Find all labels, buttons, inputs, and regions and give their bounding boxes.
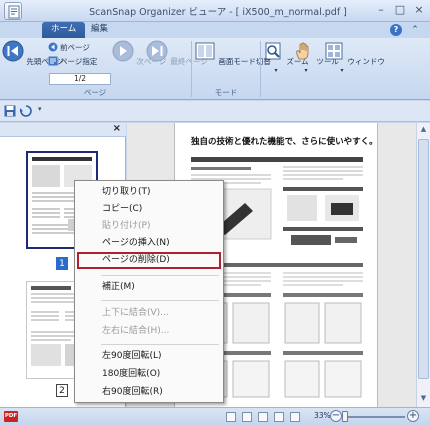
prev-page-icon: [48, 42, 58, 52]
goto-page-button[interactable]: ページ指定: [48, 56, 97, 68]
page-number-badge: 1: [56, 257, 68, 270]
goto-page-label: ページ指定: [60, 57, 98, 66]
window-button[interactable]: ウィンドウ ▾: [323, 40, 385, 74]
menu-item-merge-horizontal[interactable]: 左右に結合(H)...: [77, 323, 221, 340]
menu-item-merge-vertical[interactable]: 上下に結合(V)...: [77, 305, 221, 322]
save-icon[interactable]: [4, 105, 16, 117]
title-bar: ScanSnap Organizer ビューア - [ iX500_m_norm…: [0, 0, 430, 22]
window-icon: [325, 42, 343, 60]
first-page-button[interactable]: 先頭ページ: [2, 40, 64, 67]
tab-edit[interactable]: 編集: [82, 22, 117, 38]
menu-separator: [101, 344, 219, 345]
image-mode-button[interactable]: 画面モード切替: [194, 40, 271, 67]
close-icon[interactable]: ×: [113, 123, 121, 134]
quick-access-toolbar: ▾: [0, 101, 430, 122]
menu-item-paste[interactable]: 貼り付け(P): [77, 218, 221, 235]
zoom-level-readout: 33%: [314, 411, 331, 420]
actual-size-icon[interactable]: [290, 412, 300, 422]
close-button[interactable]: ×: [412, 3, 426, 17]
last-page-button[interactable]: 最終ページ: [146, 40, 208, 67]
chevron-down-icon: ▾: [274, 67, 278, 74]
context-menu: 切り取り(T) コピー(C) 貼り付け(P) ページの挿入(N) ページの削除(…: [74, 180, 224, 403]
menu-item-correct[interactable]: 補正(M): [77, 279, 221, 296]
ribbon-options-icon[interactable]: ⌃: [408, 23, 422, 37]
hand-tool-icon: [296, 42, 309, 60]
next-page-icon: [112, 40, 134, 62]
zoom-button[interactable]: ズーム ▾: [262, 40, 309, 74]
last-page-icon: [146, 40, 168, 62]
page-indicator-field[interactable]: 1/2: [49, 73, 111, 85]
menu-item-copy[interactable]: コピー(C): [77, 201, 221, 218]
two-page-view-icon[interactable]: [242, 412, 252, 422]
app-menu-button[interactable]: [4, 2, 22, 20]
prev-page-button[interactable]: 前ページ: [48, 42, 90, 54]
tools-button[interactable]: ツール ▾: [292, 40, 339, 74]
menu-item-rotate-180[interactable]: 180度回転(O): [77, 366, 221, 383]
menu-item-cut[interactable]: 切り取り(T): [77, 184, 221, 201]
maximize-button[interactable]: □: [393, 3, 407, 17]
menu-separator: [101, 300, 219, 301]
tab-home[interactable]: ホーム: [42, 22, 86, 38]
zoom-in-button[interactable]: +: [407, 410, 419, 422]
vertical-scrollbar[interactable]: ▲ ▼: [416, 123, 430, 407]
zoom-slider-track[interactable]: [345, 416, 405, 418]
ribbon-tab-bar: ホーム 編集 ? ⌃: [0, 22, 430, 38]
image-mode-icon: [195, 42, 215, 60]
minimize-button[interactable]: –: [374, 3, 388, 17]
page-number-badge: 2: [56, 384, 68, 397]
rotate-icon[interactable]: [20, 105, 32, 117]
thumbnail-panel-header: ×: [0, 123, 126, 137]
zoom-slider-handle[interactable]: [341, 411, 348, 422]
goto-page-icon: [48, 56, 58, 66]
zoom-icon: [265, 42, 281, 60]
menu-item-insert-page[interactable]: ページの挿入(N): [77, 235, 221, 252]
page-group-label: ページ: [83, 88, 107, 97]
customize-toolbar-icon[interactable]: ▾: [38, 105, 42, 113]
mode-group-label: モード: [214, 88, 238, 97]
prev-page-label: 前ページ: [60, 43, 90, 52]
app-logo-icon: [8, 5, 20, 19]
scroll-down-icon[interactable]: ▼: [418, 394, 429, 405]
chevron-down-icon: ▾: [304, 67, 308, 74]
ribbon: 先頭ページ 前ページ ページ指定 1/2 次ページ 最終ページ ページ 画面モー…: [0, 38, 430, 100]
fit-page-icon[interactable]: [258, 412, 268, 422]
menu-separator: [101, 275, 219, 276]
first-page-icon: [2, 40, 24, 62]
menu-item-delete-page[interactable]: ページの削除(D): [77, 252, 221, 269]
menu-item-rotate-left[interactable]: 左90度回転(L): [77, 348, 221, 365]
pdf-file-icon: PDF: [4, 411, 18, 422]
status-bar: PDF 33% − +: [0, 407, 430, 425]
chevron-down-icon: ▾: [340, 67, 344, 74]
scroll-up-icon[interactable]: ▲: [418, 125, 429, 136]
single-page-view-icon[interactable]: [226, 412, 236, 422]
zoom-out-button[interactable]: −: [330, 410, 342, 422]
scrollbar-thumb[interactable]: [418, 139, 429, 379]
menu-item-rotate-right[interactable]: 右90度回転(R): [77, 384, 221, 401]
ribbon-separator: [260, 41, 261, 97]
window-title: ScanSnap Organizer ビューア - [ iX500_m_norm…: [89, 7, 347, 18]
window-label: ウィンドウ: [347, 57, 385, 66]
fit-width-icon[interactable]: [274, 412, 284, 422]
help-icon[interactable]: ?: [390, 24, 402, 36]
next-page-button[interactable]: 次ページ: [112, 40, 166, 67]
